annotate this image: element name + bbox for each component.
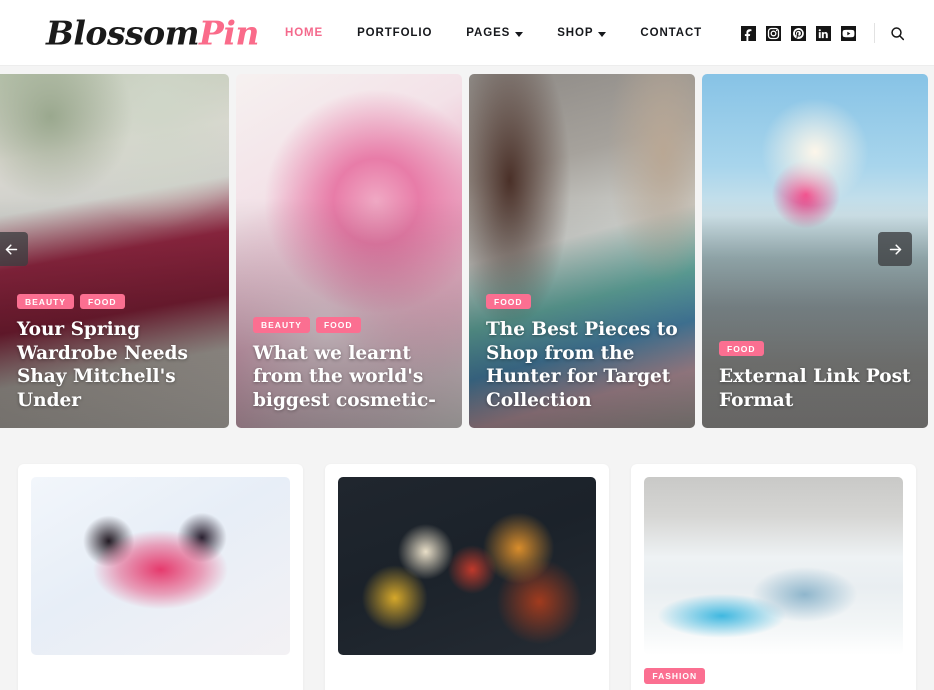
instagram-icon[interactable] (766, 25, 781, 41)
featured-posts-slider: BEAUTY FOOD Your Spring Wardrobe Needs S… (0, 66, 934, 428)
search-icon[interactable] (889, 25, 906, 42)
post-thumbnail (644, 477, 904, 655)
post-meta: FASHION (644, 655, 903, 684)
slide-tags: BEAUTY FOOD (253, 317, 448, 333)
post-thumbnail (31, 477, 290, 655)
slide-item[interactable]: BEAUTY FOOD Your Spring Wardrobe Needs S… (0, 74, 229, 428)
nav-item-home[interactable]: HOME (268, 27, 340, 39)
post-image (644, 477, 904, 655)
category-tag[interactable]: FOOD (486, 293, 531, 310)
slide-content: BEAUTY FOOD What we learnt from the worl… (253, 317, 448, 412)
category-tag[interactable]: FOOD (315, 317, 361, 333)
nav-item-shop-label: SHOP (557, 27, 594, 39)
category-tag[interactable]: FOOD (79, 293, 125, 310)
post-card[interactable] (18, 464, 303, 690)
post-thumbnail (337, 477, 597, 655)
post-meta (31, 655, 290, 666)
slide-tags: FOOD (719, 340, 914, 357)
nav-item-shop[interactable]: SHOP (540, 27, 623, 39)
logo-text-accent: Pin (199, 13, 259, 52)
post-meta (338, 655, 597, 666)
slide-title[interactable]: What we learnt from the world's biggest … (253, 342, 448, 412)
pinterest-icon[interactable] (791, 25, 806, 41)
category-tag[interactable]: BEAUTY (17, 293, 74, 310)
slide-item[interactable]: FOOD The Best Pieces to Shop from the Hu… (469, 74, 695, 428)
site-logo[interactable]: BlossomPin (46, 16, 259, 49)
site-header: BlossomPin HOME PORTFOLIO PAGES SHOP CON… (0, 0, 934, 66)
main-navigation: HOME PORTFOLIO PAGES SHOP CONTACT (268, 0, 719, 66)
header-utilities (741, 0, 906, 66)
slide-title[interactable]: The Best Pieces to Shop from the Hunter … (486, 318, 681, 412)
category-tag[interactable]: FOOD (719, 340, 764, 357)
logo-text-primary: Blossom (46, 13, 200, 52)
slide-tags: FOOD (486, 293, 681, 310)
slide-content: BEAUTY FOOD Your Spring Wardrobe Needs S… (17, 293, 215, 412)
category-tag[interactable]: FASHION (644, 668, 706, 684)
slide-title[interactable]: External Link Post Format (719, 365, 914, 412)
nav-item-portfolio-label: PORTFOLIO (357, 27, 433, 39)
nav-item-contact[interactable]: CONTACT (623, 27, 719, 39)
slider-prev-arrow-icon[interactable] (0, 232, 28, 266)
youtube-icon[interactable] (841, 25, 856, 41)
chevron-down-icon (515, 31, 524, 37)
category-tag[interactable]: BEAUTY (253, 317, 310, 333)
nav-item-contact-label: CONTACT (640, 27, 703, 39)
nav-item-home-label: HOME (285, 27, 324, 39)
post-image (337, 477, 597, 655)
header-divider (874, 23, 875, 43)
chevron-down-icon (598, 31, 607, 37)
post-card[interactable]: FASHION (631, 464, 917, 690)
slide-item[interactable]: BEAUTY FOOD What we learnt from the worl… (236, 74, 462, 428)
nav-item-pages[interactable]: PAGES (449, 27, 540, 39)
nav-item-portfolio[interactable]: PORTFOLIO (340, 27, 449, 39)
post-card[interactable] (324, 464, 610, 690)
facebook-icon[interactable] (741, 25, 756, 41)
nav-item-pages-label: PAGES (466, 27, 511, 39)
slide-tags: BEAUTY FOOD (17, 293, 215, 310)
slide-content: FOOD External Link Post Format (719, 340, 914, 412)
linkedin-icon[interactable] (816, 25, 831, 41)
post-grid: FASHION (0, 428, 934, 690)
post-image (31, 477, 290, 655)
slide-content: FOOD The Best Pieces to Shop from the Hu… (486, 293, 681, 412)
slider-next-arrow-icon[interactable] (878, 232, 912, 266)
social-links (741, 25, 856, 41)
slide-title[interactable]: Your Spring Wardrobe Needs Shay Mitchell… (17, 318, 215, 412)
